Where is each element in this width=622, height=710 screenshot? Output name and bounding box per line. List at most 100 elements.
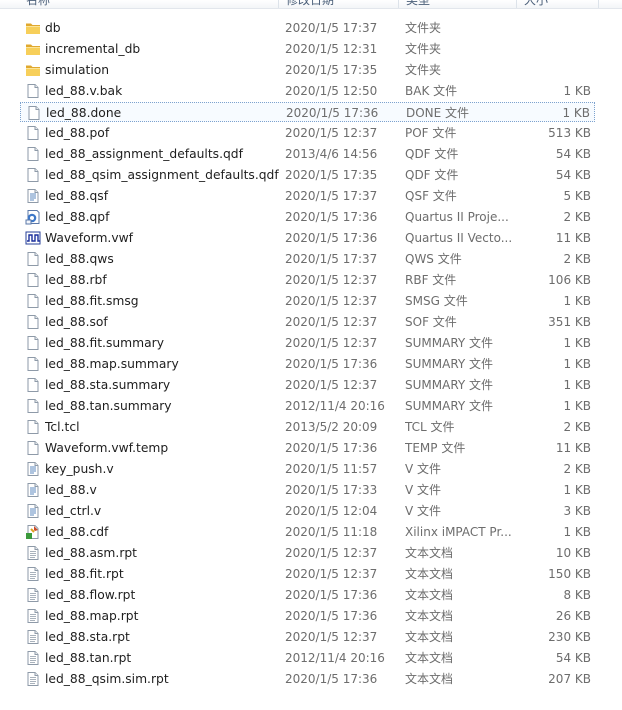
file-row[interactable]: Waveform.vwf 2020/1/5 17:36 Quartus II Vec… — [20, 228, 595, 248]
column-divider[interactable] — [516, 0, 517, 8]
file-date: 2020/1/5 11:57 — [285, 462, 378, 476]
file-name: led_88.map.rpt — [45, 609, 139, 623]
file-icon — [25, 167, 41, 183]
quartus-project-icon — [25, 209, 41, 225]
file-name: led_88.qpf — [45, 210, 110, 224]
file-row[interactable]: led_88.pof 2020/1/5 12:37 POF 文件 513 KB — [20, 123, 595, 143]
file-icon — [25, 293, 41, 309]
file-size: 513 KB — [548, 126, 591, 140]
file-name: led_88.sta.rpt — [45, 630, 130, 644]
file-icon — [25, 314, 41, 330]
file-name: simulation — [45, 63, 110, 77]
file-size: 10 KB — [555, 546, 591, 560]
file-date: 2020/1/5 12:37 — [285, 273, 378, 287]
file-row[interactable]: led_88.qpf 2020/1/5 17:36 Quartus II Proje… — [20, 207, 595, 227]
file-date: 2020/1/5 12:37 — [285, 294, 378, 308]
file-row[interactable]: led_88.tan.rpt 2012/11/4 20:16 文本文档 54 KB — [20, 648, 595, 668]
file-name: led_ctrl.v — [45, 504, 102, 518]
file-type: QSF 文件 — [405, 189, 457, 203]
file-type: Xilinx iMPACT Pr... — [405, 525, 512, 539]
file-row[interactable]: led_88.map.summary 2020/1/5 17:36 SUMMARY … — [20, 354, 595, 374]
file-date: 2020/1/5 12:37 — [285, 378, 378, 392]
file-row[interactable]: led_88.fit.rpt 2020/1/5 12:37 文本文档 150 KB — [20, 564, 595, 584]
file-date: 2013/5/2 20:09 — [285, 420, 378, 434]
text-file-icon — [25, 503, 41, 519]
file-size: 1 KB — [563, 84, 591, 98]
file-size: 230 KB — [548, 630, 591, 644]
file-name: led_88.asm.rpt — [45, 546, 138, 560]
file-size: 1 KB — [563, 525, 591, 539]
file-row[interactable]: led_88.asm.rpt 2020/1/5 12:37 文本文档 10 KB — [20, 543, 595, 563]
file-row[interactable]: led_88.tan.summary 2012/11/4 20:16 SUMMARY… — [20, 396, 595, 416]
file-row[interactable]: led_88.flow.rpt 2020/1/5 17:36 文本文档 8 KB — [20, 585, 595, 605]
folder-icon — [25, 62, 41, 78]
file-row[interactable]: led_88.v 2020/1/5 17:33 V 文件 1 KB — [20, 480, 595, 500]
file-row[interactable]: Tcl.tcl 2013/5/2 20:09 TCL 文件 2 KB — [20, 417, 595, 437]
file-type: QDF 文件 — [405, 147, 459, 161]
column-type[interactable]: 类型 — [400, 0, 516, 8]
file-size: 11 KB — [555, 231, 591, 245]
file-date: 2020/1/5 17:35 — [285, 63, 378, 77]
column-header: 名称 修改日期 类型 大小 — [0, 0, 622, 9]
file-name: led_88.v — [45, 483, 97, 497]
file-row[interactable]: led_88.v.bak 2020/1/5 12:50 BAK 文件 1 KB — [20, 81, 595, 101]
file-date: 2020/1/5 12:50 — [285, 84, 378, 98]
file-row[interactable]: Waveform.vwf.temp 2020/1/5 17:36 TEMP 文件 11… — [20, 438, 595, 458]
file-row[interactable]: led_88.sta.rpt 2020/1/5 12:37 文本文档 230 KB — [20, 627, 595, 647]
file-row[interactable]: led_88.qsf 2020/1/5 17:37 QSF 文件 5 KB — [20, 186, 595, 206]
file-date: 2012/11/4 20:16 — [285, 651, 385, 665]
file-icon — [25, 251, 41, 267]
file-name: led_88.tan.rpt — [45, 651, 132, 665]
file-row[interactable]: simulation 2020/1/5 17:35 文件夹 — [20, 60, 595, 80]
file-date: 2020/1/5 17:36 — [285, 588, 378, 602]
file-row[interactable]: led_88.sta.summary 2020/1/5 12:37 SUMMARY … — [20, 375, 595, 395]
file-type: 文本文档 — [405, 630, 454, 644]
file-row[interactable]: led_88_qsim_assignment_defaults.qdf 2020/… — [20, 165, 595, 185]
file-type: 文件夹 — [405, 42, 442, 56]
file-icon — [25, 440, 41, 456]
file-icon — [25, 419, 41, 435]
column-divider[interactable] — [598, 0, 599, 8]
file-name: led_88.sta.summary — [45, 378, 171, 392]
file-row[interactable]: led_88.rbf 2020/1/5 12:37 RBF 文件 106 KB — [20, 270, 595, 290]
file-row[interactable]: led_88.done 2020/1/5 17:36 DONE 文件 1 KB — [20, 102, 595, 122]
file-row[interactable]: led_88.qws 2020/1/5 17:37 QWS 文件 2 KB — [20, 249, 595, 269]
file-row[interactable]: led_88_assignment_defaults.qdf 2013/4/6 1… — [20, 144, 595, 164]
file-icon — [25, 272, 41, 288]
file-row[interactable]: led_88.fit.summary 2020/1/5 12:37 SUMMARY … — [20, 333, 595, 353]
file-type: 文件夹 — [405, 21, 442, 35]
file-name: led_88.fit.summary — [45, 336, 164, 350]
file-size: 26 KB — [555, 609, 591, 623]
column-date[interactable]: 修改日期 — [280, 0, 398, 8]
file-size: 2 KB — [563, 252, 591, 266]
file-type: 文本文档 — [405, 609, 454, 623]
waveform-icon — [25, 230, 41, 246]
file-row[interactable]: db 2020/1/5 17:37 文件夹 — [20, 18, 595, 38]
file-row[interactable]: led_88.sof 2020/1/5 12:37 SOF 文件 351 KB — [20, 312, 595, 332]
file-type: POF 文件 — [405, 126, 457, 140]
file-name: led_88_qsim.sim.rpt — [45, 672, 169, 686]
file-date: 2020/1/5 17:36 — [285, 210, 378, 224]
file-size: 2 KB — [563, 420, 591, 434]
file-row[interactable]: key_push.v 2020/1/5 11:57 V 文件 2 KB — [20, 459, 595, 479]
file-row[interactable]: led_88.fit.smsg 2020/1/5 12:37 SMSG 文件 1 KB — [20, 291, 595, 311]
column-name[interactable]: 名称 — [20, 0, 278, 8]
impact-icon — [25, 524, 41, 540]
text-doc-icon — [25, 545, 41, 561]
text-doc-icon — [25, 608, 41, 624]
column-divider[interactable] — [398, 0, 399, 8]
file-row[interactable]: led_88_qsim.sim.rpt 2020/1/5 17:36 文本文档 207… — [20, 669, 595, 689]
file-row[interactable]: led_88.map.rpt 2020/1/5 17:36 文本文档 26 KB — [20, 606, 595, 626]
file-size: 2 KB — [563, 210, 591, 224]
text-doc-icon — [25, 650, 41, 666]
file-name: led_88.v.bak — [45, 84, 123, 98]
file-row[interactable]: led_ctrl.v 2020/1/5 12:04 V 文件 3 KB — [20, 501, 595, 521]
file-row[interactable]: incremental_db 2020/1/5 12:31 文件夹 — [20, 39, 595, 59]
column-divider[interactable] — [278, 0, 279, 8]
file-row[interactable]: led_88.cdf 2020/1/5 11:18 Xilinx iMPACT Pr… — [20, 522, 595, 542]
file-type: DONE 文件 — [406, 106, 470, 120]
file-size: 11 KB — [555, 441, 591, 455]
file-name: db — [45, 21, 61, 35]
column-size[interactable]: 大小 — [518, 0, 598, 8]
text-doc-icon — [25, 671, 41, 687]
